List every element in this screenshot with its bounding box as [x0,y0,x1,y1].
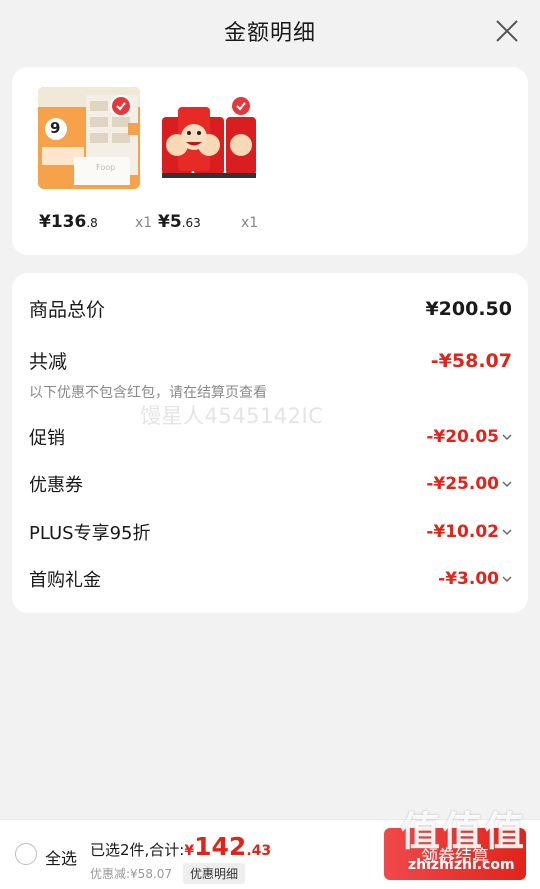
selected-check-icon[interactable] [110,95,132,117]
product-qty: x1 [241,215,259,231]
discount-amount: 优惠减:¥58.07 [90,867,173,881]
chevron-down-icon[interactable] [502,574,512,584]
first-purchase-gift-label: 首购礼金 [29,570,101,591]
total-reduce-label: 共减 [29,351,68,373]
discount-note: 以下优惠不包含红包，请在结算页查看 [29,385,267,401]
coupon-label: 优惠券 [29,475,83,496]
plus-discount-label: PLUS专享95折 [29,523,151,544]
coupon-row[interactable]: 优惠券 -¥25.00 [29,471,512,497]
total-price-row: 商品总价 ¥200.50 [29,295,512,322]
selected-check-icon[interactable] [230,95,252,117]
close-icon[interactable] [494,18,520,44]
chevron-down-icon[interactable] [502,479,512,489]
promotion-row[interactable]: 促销 -¥20.05 [29,424,512,450]
product-item-drink[interactable]: ¥5.63 x1 [158,87,278,232]
total-int: 142 [194,832,247,861]
total-reduce-value: -¥58.07 [430,349,512,372]
total-price-value: ¥200.50 [425,297,512,320]
promotion-value: -¥20.05 [426,427,499,447]
page-header: 金额明细 [0,0,540,62]
checkout-bar: 全选 已选2件,合计:¥142.43 优惠减:¥58.07 优惠明细 领券结算 [0,819,540,889]
product-price: ¥5.63 [158,212,201,232]
tissue-badge-number: 9 [50,119,61,137]
page-title: 金额明细 [223,21,316,46]
discount-detail-button[interactable]: 优惠明细 [183,863,246,884]
total-price-label: 商品总价 [29,299,106,321]
select-all-label[interactable]: 全选 [45,845,77,869]
chevron-down-icon[interactable] [502,527,512,537]
product-qty: x1 [135,215,153,231]
checkout-label: 领券结算 [421,846,489,867]
product-price: ¥136.8 [39,212,98,232]
products-card: 9 Foop ¥136.8 x1 ¥5.63 x1 [12,67,528,255]
product-item-tissue[interactable]: 9 Foop ¥136.8 x1 [38,87,158,232]
total-dec: .43 [246,843,272,859]
plus-discount-value: -¥10.02 [426,522,499,542]
select-all-radio[interactable] [15,843,37,865]
product-thumbnail[interactable]: 9 Foop [38,87,140,189]
first-purchase-gift-value: -¥3.00 [438,569,499,589]
chevron-down-icon[interactable] [502,432,512,442]
price-breakdown-card: 商品总价 ¥200.50 共减 -¥58.07 以下优惠不包含红包，请在结算页查… [12,273,528,613]
coupon-value: -¥25.00 [426,474,499,494]
total-reduce-row: 共减 -¥58.07 [29,347,512,374]
total-symbol: ¥ [184,843,195,859]
tissue-brand-text: Foop [96,163,116,172]
promotion-label: 促销 [29,428,65,449]
first-purchase-gift-row[interactable]: 首购礼金 -¥3.00 [29,566,512,592]
plus-discount-row[interactable]: PLUS专享95折 -¥10.02 [29,519,512,545]
product-thumbnail[interactable] [158,87,260,189]
order-summary: 已选2件,合计:¥142.43 [90,832,271,861]
summary-text: 已选2件,合计: [90,841,185,859]
checkout-button[interactable]: 领券结算 [384,828,526,880]
